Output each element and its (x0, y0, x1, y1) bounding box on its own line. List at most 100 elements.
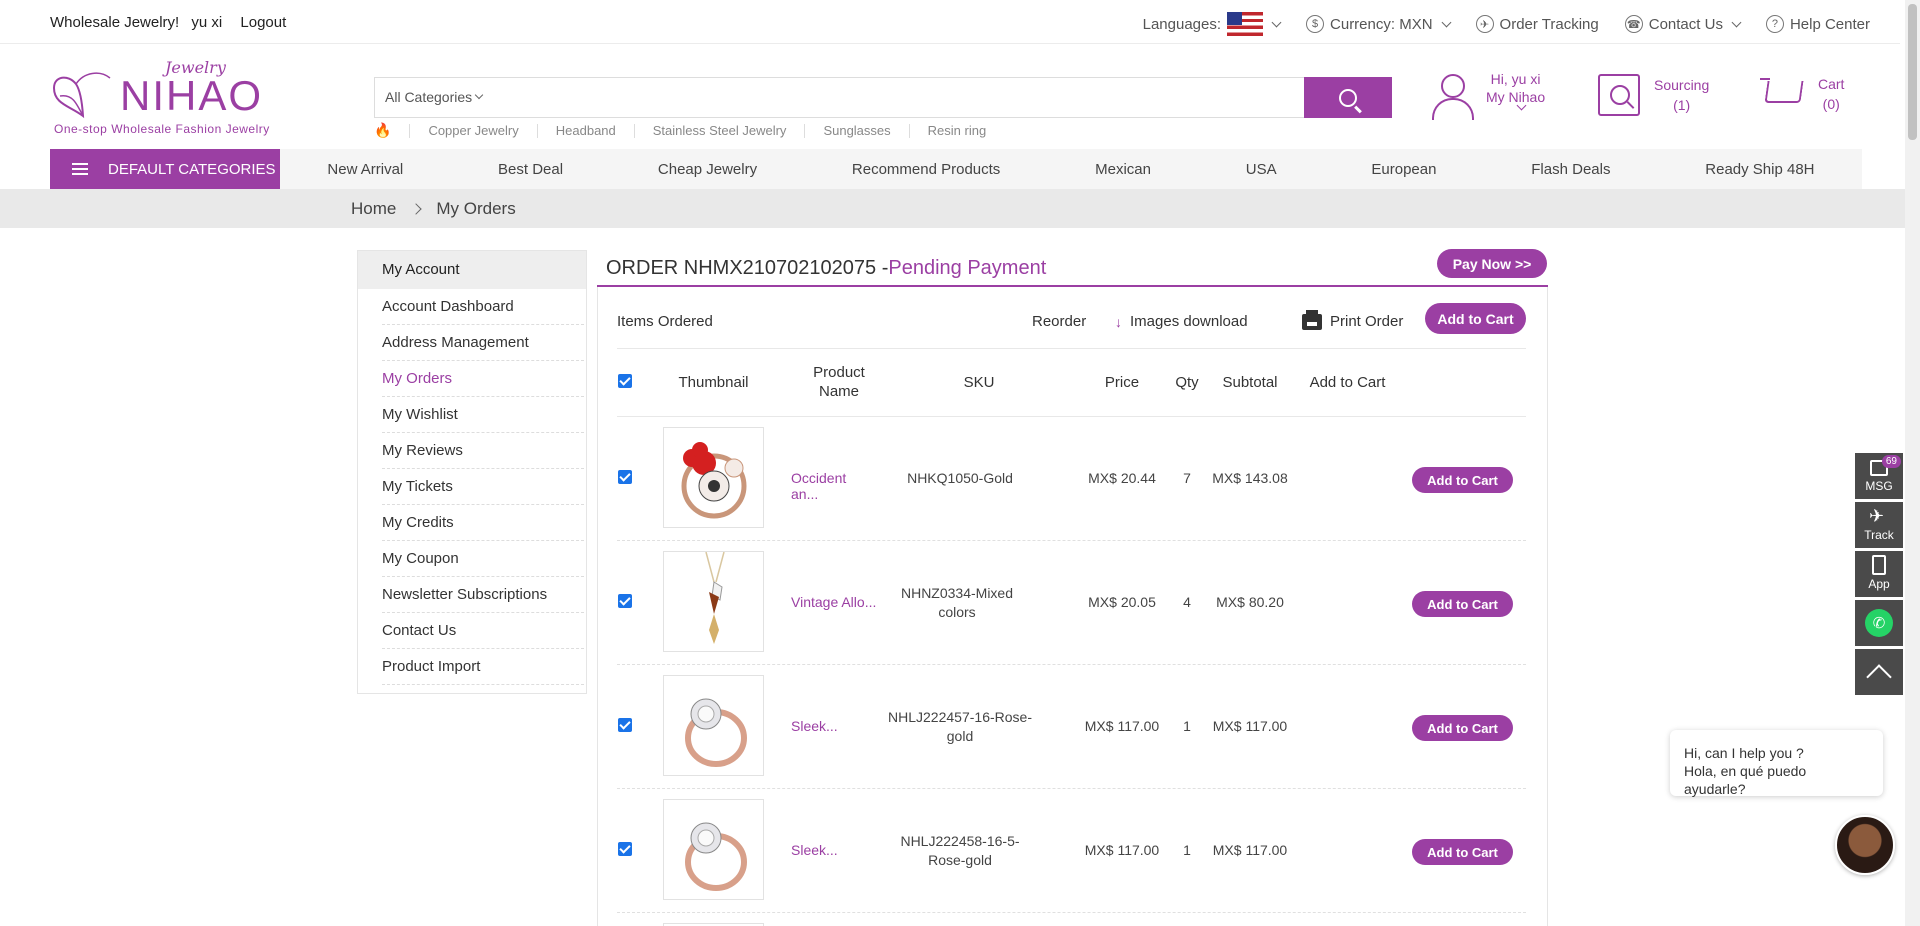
product-name-link[interactable]: Vintage Allo... (777, 594, 877, 610)
nav-link[interactable]: Ready Ship 48H (1705, 161, 1814, 178)
hotword-link[interactable]: Copper Jewelry (409, 123, 536, 138)
help-center-label: Help Center (1789, 15, 1870, 33)
sidebar-item-address-management[interactable]: Address Management (382, 325, 584, 361)
images-download-link[interactable]: ↓ Images download (1115, 313, 1248, 330)
row-checkbox[interactable] (618, 842, 632, 856)
product-name-link[interactable]: Sleek... (777, 842, 877, 858)
print-order-label: Print Order (1330, 313, 1404, 330)
sidebar-item-my-orders[interactable]: My Orders (382, 361, 584, 397)
scrollbar-thumb[interactable] (1908, 4, 1917, 140)
add-to-cart-button[interactable]: Add to Cart (1412, 715, 1513, 741)
row-checkbox[interactable] (618, 718, 632, 732)
product-name-link[interactable]: Occident an... (777, 470, 877, 502)
pay-now-button[interactable]: Pay Now >> (1437, 249, 1547, 278)
product-thumbnail[interactable] (663, 427, 764, 528)
product-name-link[interactable]: Sleek... (777, 718, 877, 734)
add-to-cart-button[interactable]: Add to Cart (1412, 467, 1513, 493)
plane-icon: ✈ (1869, 506, 1885, 526)
product-thumbnail[interactable] (663, 675, 764, 776)
top-bar: Wholesale Jewelry! yu xi Logout Language… (0, 0, 1900, 44)
nav-link[interactable]: European (1371, 161, 1436, 178)
sidebar-item-account-dashboard[interactable]: Account Dashboard (382, 289, 584, 325)
row-checkbox[interactable] (618, 594, 632, 608)
back-to-top-button[interactable] (1855, 649, 1903, 695)
select-all-checkbox[interactable] (618, 374, 632, 388)
row-checkbox[interactable] (618, 470, 632, 484)
nav-link[interactable]: Flash Deals (1531, 161, 1610, 178)
column-header-sku: SKU (963, 374, 995, 391)
account-menu[interactable]: Hi, yu xi My Nihao (1430, 70, 1545, 120)
column-header-add-to-cart: Add to Cart (1309, 374, 1386, 391)
help-center-link[interactable]: ? Help Center (1765, 15, 1870, 33)
site-logo[interactable]: Jewelry NIHAO One-stop Wholesale Fashion… (50, 58, 270, 138)
breadcrumb-home[interactable]: Home (351, 199, 396, 219)
sidebar-item-my-tickets[interactable]: My Tickets (382, 469, 584, 505)
contact-us-menu[interactable]: ☎ Contact Us (1624, 15, 1742, 33)
default-categories-button[interactable]: DEFAULT CATEGORIES (50, 149, 280, 189)
sidebar-item-my-credits[interactable]: My Credits (382, 505, 584, 541)
sidebar-item-my-reviews[interactable]: My Reviews (382, 433, 584, 469)
nav-link[interactable]: Cheap Jewelry (658, 161, 757, 178)
category-label: All Categories (385, 89, 473, 105)
table-row: Sleek... NHLJ222458-16-5-Rose-gold MX$ 1… (617, 789, 1526, 913)
app-button[interactable]: App (1855, 551, 1903, 597)
breadcrumb-bar: Home My Orders (0, 189, 1905, 228)
product-thumbnail[interactable] (663, 799, 764, 900)
chevron-down-icon (1441, 17, 1451, 27)
print-order-link[interactable]: Print Order (1302, 309, 1404, 330)
add-to-cart-button[interactable]: Add to Cart (1412, 591, 1513, 617)
order-tracking-link[interactable]: ✈ Order Tracking (1475, 15, 1599, 33)
price-value: MX$ 117.00 (1084, 718, 1160, 734)
sidebar-title: My Account (358, 251, 586, 289)
sidebar-item-product-import[interactable]: Product Import (382, 649, 584, 685)
hotword-link[interactable]: Headband (536, 123, 634, 138)
cart-text: Cart (0) (1818, 74, 1844, 114)
hotword-link[interactable]: Sunglasses (804, 123, 908, 138)
chevron-down-icon (1731, 17, 1742, 27)
whatsapp-button[interactable]: ✆ (1855, 600, 1903, 646)
msg-button[interactable]: 69 MSG (1855, 453, 1903, 499)
question-icon: ? (1765, 15, 1784, 33)
sidebar-item-my-coupon[interactable]: My Coupon (382, 541, 584, 577)
plane-icon: ✈ (1475, 15, 1494, 33)
chevron-right-icon (410, 203, 423, 215)
logout-link[interactable]: Logout (240, 14, 286, 31)
add-all-to-cart-button[interactable]: Add to Cart (1425, 303, 1526, 334)
nav-link[interactable]: Recommend Products (852, 161, 1000, 178)
username-link[interactable]: yu xi (191, 14, 222, 31)
sidebar-item-my-wishlist[interactable]: My Wishlist (382, 397, 584, 433)
category-dropdown[interactable]: All Categories (385, 89, 484, 105)
order-status: Pending Payment (888, 257, 1047, 279)
qty-value: 1 (1183, 718, 1191, 734)
cart-icon (1760, 75, 1802, 113)
nav-link[interactable]: Best Deal (498, 161, 563, 178)
hotword-link[interactable]: Stainless Steel Jewelry (633, 123, 805, 138)
page-scrollbar[interactable] (1905, 0, 1920, 926)
qty-value: 7 (1183, 470, 1191, 486)
reorder-link[interactable]: Reorder (1032, 313, 1086, 330)
msg-badge: 69 (1881, 455, 1901, 468)
nav-link[interactable]: USA (1246, 161, 1277, 178)
nav-link[interactable]: Mexican (1095, 161, 1151, 178)
currency-selector[interactable]: $ Currency: MXN (1306, 15, 1451, 33)
sourcing-link[interactable]: Sourcing (1) (1598, 74, 1709, 116)
language-selector[interactable]: Languages: (1143, 12, 1282, 36)
track-button[interactable]: ✈ Track (1855, 502, 1903, 548)
main-nav: DEFAULT CATEGORIES New Arrival Best Deal… (50, 149, 1862, 189)
qty-value: 4 (1183, 594, 1191, 610)
download-icon: ↓ (1115, 313, 1122, 330)
us-flag-icon (1227, 12, 1264, 36)
product-thumbnail[interactable] (663, 551, 764, 652)
chat-agent-avatar[interactable] (1835, 815, 1895, 875)
sidebar-item-newsletter[interactable]: Newsletter Subscriptions (382, 577, 584, 613)
diamond-ring-image (685, 698, 747, 767)
nav-link[interactable]: New Arrival (327, 161, 403, 178)
hotword-link[interactable]: Resin ring (908, 123, 1005, 138)
add-to-cart-button[interactable]: Add to Cart (1412, 839, 1513, 865)
cart-link[interactable]: Cart (0) (1760, 74, 1844, 114)
sidebar-item-contact-us[interactable]: Contact Us (382, 613, 584, 649)
default-categories-label: DEFAULT CATEGORIES (108, 160, 276, 178)
chat-prompt[interactable]: Hi, can I help you ? Hola, en qué puedo … (1670, 730, 1883, 797)
search-button[interactable] (1304, 77, 1392, 118)
search-icon (1339, 88, 1357, 107)
